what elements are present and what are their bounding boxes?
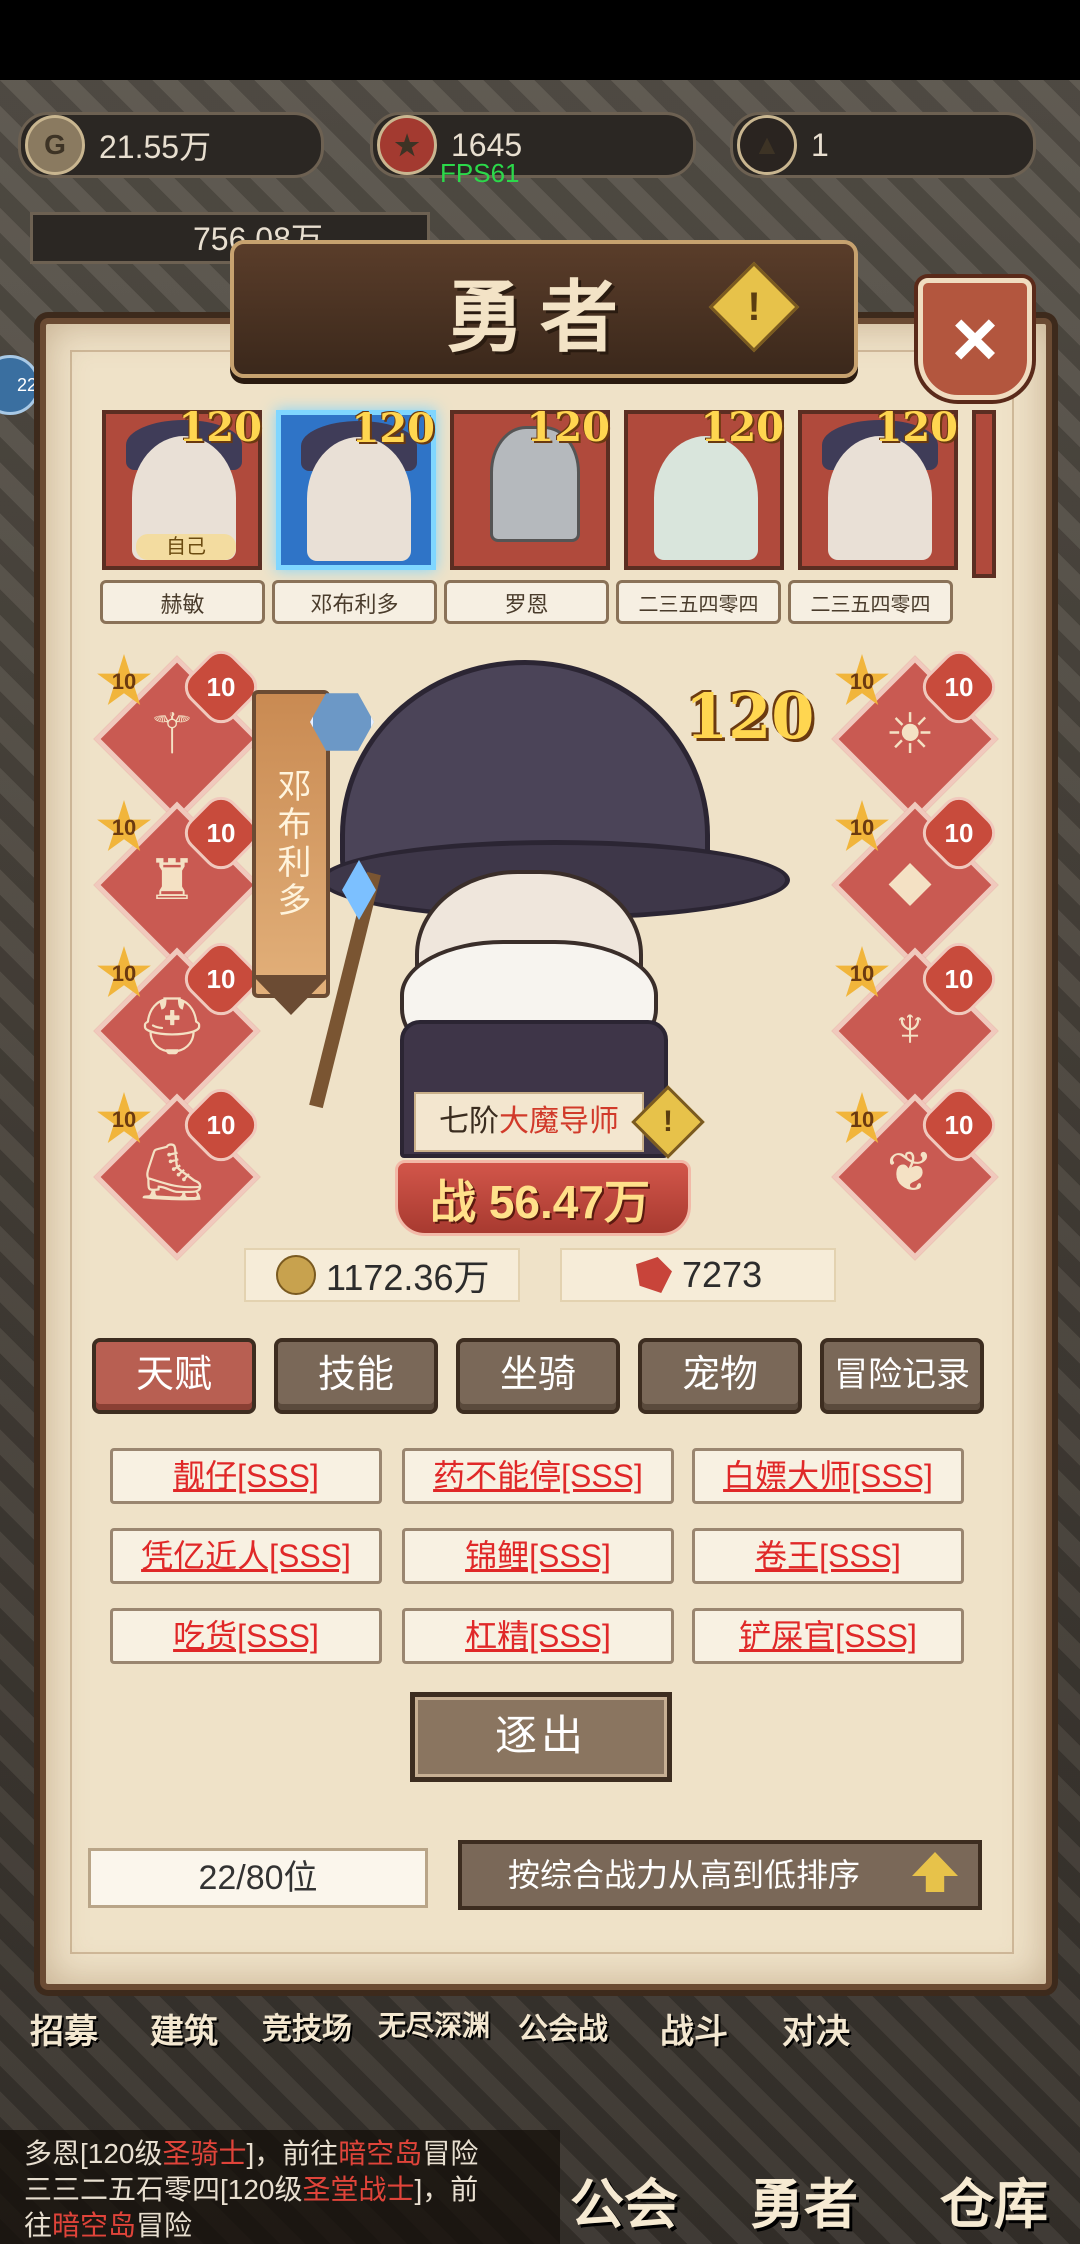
chat-line: 多恩[120级圣骑士]，前往暗空岛冒险 bbox=[24, 2138, 479, 2169]
amulet-icon: ☀ bbox=[884, 702, 936, 765]
ring-icon: ◆ bbox=[888, 848, 932, 911]
hero-class: 七阶大魔导师 bbox=[414, 1092, 644, 1152]
nav-battle[interactable]: 战斗 bbox=[660, 2004, 728, 2064]
chat-line: 往暗空岛冒险 bbox=[24, 2210, 193, 2241]
sort-button[interactable]: 按综合战力从高到低排序 bbox=[458, 1840, 982, 1910]
talent-item[interactable]: 凭亿近人[SSS] bbox=[110, 1528, 382, 1584]
nav-building[interactable]: 建筑 bbox=[150, 2004, 218, 2064]
talent-item[interactable]: 锦鲤[SSS] bbox=[402, 1528, 674, 1584]
tab-adventure-log[interactable]: 冒险记录 bbox=[820, 1338, 984, 1414]
nav-duel[interactable]: 对决 bbox=[782, 2004, 850, 2064]
hero-big-level: 120 bbox=[685, 680, 815, 753]
equip-right-1[interactable]: ◆ 10 10 bbox=[831, 789, 1003, 969]
hero-card-3[interactable]: 120 bbox=[624, 404, 784, 570]
helmet-icon: ⛑ bbox=[136, 994, 208, 1057]
hero-name-2[interactable]: 罗恩 bbox=[444, 580, 609, 624]
equip-right-0[interactable]: ☀ 10 10 bbox=[831, 643, 1003, 823]
dark-crystal-icon: ▲ bbox=[737, 115, 797, 175]
boots-icon: ⛸ bbox=[136, 1140, 208, 1203]
talent-item[interactable]: 吃货[SSS] bbox=[110, 1608, 382, 1664]
talent-item[interactable]: 药不能停[SSS] bbox=[402, 1448, 674, 1504]
trophy-resource[interactable]: ★ 1645 bbox=[370, 112, 696, 178]
hero-name-0[interactable]: 赫敏 bbox=[100, 580, 265, 624]
warehouse-button[interactable]: 仓库 bbox=[940, 2160, 1048, 2239]
hero-card-4[interactable]: 120 bbox=[798, 404, 958, 570]
tab-talent[interactable]: 天赋 bbox=[92, 1338, 256, 1414]
hero-name-1[interactable]: 邓布利多 bbox=[272, 580, 437, 624]
talent-item[interactable]: 白嫖大师[SSS] bbox=[692, 1448, 964, 1504]
talent-item[interactable]: 靓仔[SSS] bbox=[110, 1448, 382, 1504]
hero-portrait bbox=[307, 437, 411, 561]
equip-right-3[interactable]: ❦ 10 10 bbox=[831, 1081, 1003, 1261]
chat-line: 三三二五石零四[120级圣堂战士]，前 bbox=[24, 2174, 479, 2205]
dark-resource[interactable]: ▲ 1 bbox=[730, 112, 1036, 178]
medal-stat: 7273 bbox=[560, 1248, 836, 1302]
gold-coin-icon bbox=[276, 1255, 316, 1295]
fps-counter: FPS61 bbox=[440, 158, 520, 188]
hero-card-0[interactable]: 120 自己 bbox=[102, 404, 262, 570]
trophy-icon: ★ bbox=[377, 115, 437, 175]
nav-recruit[interactable]: 招募 bbox=[30, 2004, 98, 2064]
hero-card-2[interactable]: 120 bbox=[450, 404, 610, 570]
banner-tail bbox=[252, 975, 330, 1015]
hero-name-3[interactable]: 二三五四零四 bbox=[616, 580, 781, 624]
tab-mount[interactable]: 坐骑 bbox=[456, 1338, 620, 1414]
nav-abyss[interactable]: 无尽深渊 bbox=[378, 2004, 490, 2064]
hero-portrait bbox=[654, 436, 758, 560]
equip-right-2[interactable]: ♆ 10 10 bbox=[831, 935, 1003, 1115]
expel-button[interactable]: 逐出 bbox=[410, 1692, 672, 1782]
equip-left-1[interactable]: ♜ 10 10 bbox=[93, 789, 265, 969]
self-tag: 自己 bbox=[136, 534, 236, 560]
hero-name-4[interactable]: 二三五四零四 bbox=[788, 580, 953, 624]
talent-item[interactable]: 卷王[SSS] bbox=[692, 1528, 964, 1584]
gold-coin-icon: G bbox=[25, 115, 85, 175]
hero-level: 120 bbox=[700, 404, 785, 451]
necklace-icon: ❦ bbox=[886, 1140, 934, 1203]
equip-left-0[interactable]: ⚚ 10 10 bbox=[93, 643, 265, 823]
hero-button[interactable]: 勇者 bbox=[750, 2160, 858, 2239]
hero-card-partial[interactable] bbox=[972, 410, 996, 578]
tab-pet[interactable]: 宠物 bbox=[638, 1338, 802, 1414]
nav-guild-war[interactable]: 公会战 bbox=[518, 2004, 608, 2064]
gold-resource[interactable]: G 21.55万 bbox=[18, 112, 324, 178]
medal-icon bbox=[636, 1257, 672, 1293]
dark-value: 1 bbox=[811, 126, 829, 163]
gold-value: 21.55万 bbox=[99, 129, 212, 165]
cape-icon: ♆ bbox=[889, 994, 931, 1058]
nav-arena[interactable]: 竞技场 bbox=[262, 2004, 352, 2064]
tab-skill[interactable]: 技能 bbox=[274, 1338, 438, 1414]
hero-level: 120 bbox=[526, 404, 611, 451]
chat-feed[interactable]: 多恩[120级圣骑士]，前往暗空岛冒险 三三二五石零四[120级圣堂战士]，前 … bbox=[0, 2130, 560, 2244]
close-button[interactable]: × bbox=[918, 278, 1032, 400]
close-icon: × bbox=[951, 294, 999, 383]
status-bar bbox=[0, 0, 1080, 80]
hero-power: 战 56.47万 bbox=[430, 1176, 650, 1228]
equip-left-2[interactable]: ⛑ 10 10 bbox=[93, 935, 265, 1115]
hero-card-1[interactable]: 120 bbox=[276, 405, 436, 570]
gold-stat: 1172.36万 bbox=[244, 1248, 520, 1302]
robe-icon: ♜ bbox=[146, 848, 198, 911]
talent-item[interactable]: 铲屎官[SSS] bbox=[692, 1608, 964, 1664]
hero-level: 120 bbox=[351, 405, 436, 452]
hero-portrait bbox=[828, 436, 932, 560]
hero-level: 120 bbox=[178, 404, 263, 451]
hero-level: 120 bbox=[874, 404, 959, 451]
guild-button[interactable]: 公会 bbox=[570, 2160, 678, 2239]
staff-icon: ⚚ bbox=[146, 702, 198, 765]
rank-display: 22/80位 bbox=[88, 1848, 428, 1908]
equip-left-3[interactable]: ⛸ 10 10 bbox=[93, 1081, 265, 1261]
talent-item[interactable]: 杠精[SSS] bbox=[402, 1608, 674, 1664]
